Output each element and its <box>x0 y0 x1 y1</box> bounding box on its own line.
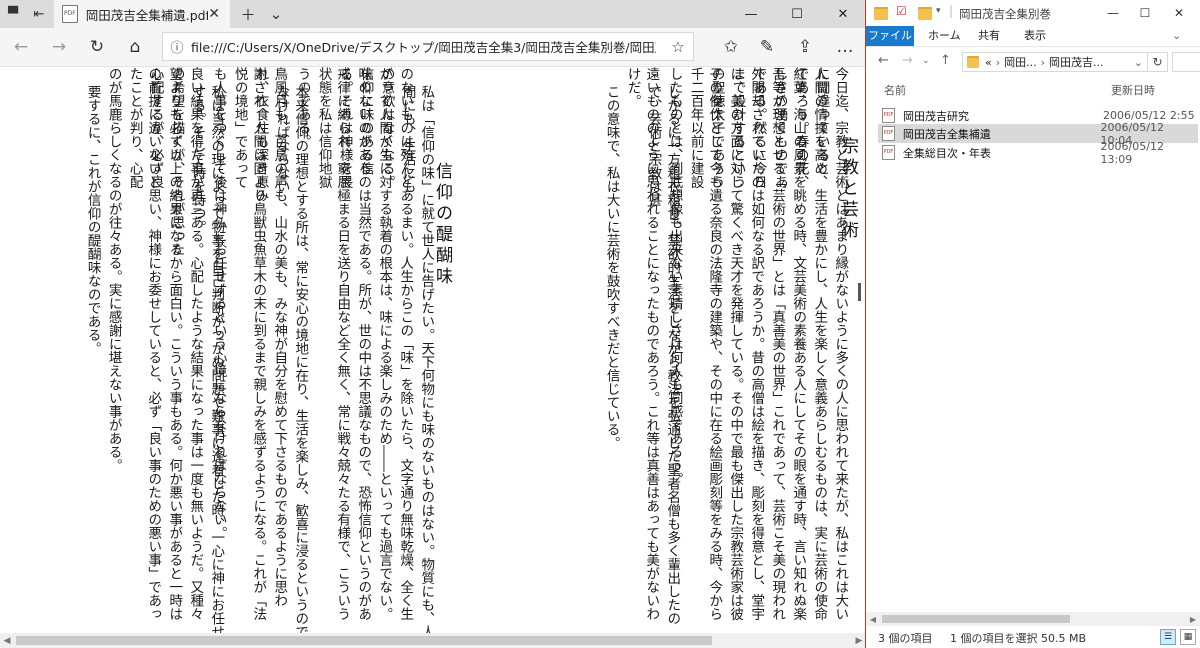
tab-file[interactable]: ファイル <box>866 26 914 46</box>
tab-title: 岡田茂吉全集補遺.pdf <box>85 7 209 23</box>
forward-icon[interactable]: → <box>902 53 913 68</box>
item-count: 3 個の項目 <box>878 632 933 645</box>
close-window-icon[interactable]: ✕ <box>820 0 865 28</box>
forward-icon[interactable]: → <box>40 28 78 66</box>
scroll-right-icon[interactable]: ▶ <box>1186 612 1200 626</box>
browser-window: ▀ ⇤ PDF 岡田茂吉全集補遺.pdf ✕ ＋ ⌄ — ☐ ✕ ← → ↻ ⌂… <box>0 0 866 648</box>
tab-actions-icon[interactable]: ▀ <box>0 0 26 28</box>
text-column: の前提に違いないと思い、神様にお委せしていると、必ず「良い事のための悪い事」であ… <box>126 67 162 621</box>
expand-ribbon-icon[interactable]: ⌄ <box>1172 26 1181 46</box>
minimize-icon[interactable]: — <box>1096 0 1130 26</box>
maximize-icon[interactable]: ☐ <box>1128 0 1162 26</box>
explorer-nav-bar: ← → ⌄ ↑ « › 岡田... › 岡田茂吉... ⌄ ↻ <box>866 47 1200 77</box>
close-window-icon[interactable]: ✕ <box>1162 0 1196 26</box>
tab-share[interactable]: 共有 <box>978 26 1000 46</box>
properties-icon[interactable]: ☑ <box>896 4 907 18</box>
text-column: 要するに、これが信仰の醍醐味なのである。 <box>84 85 101 355</box>
explorer-title-bar: ☑ ▾ | 岡田茂吉全集別巻 — ☐ ✕ <box>866 0 1200 26</box>
favorites-icon[interactable]: ✩ <box>712 28 750 66</box>
file-name: 全集総目次・年表 <box>902 146 991 160</box>
text-column: のが馬鹿らしくなるのが往々ある。実に感謝に堪えない事がある。 <box>105 67 122 472</box>
details-view-icon[interactable]: ☰ <box>1160 629 1176 645</box>
tab-pdf[interactable]: PDF 岡田茂吉全集補遺.pdf ✕ <box>54 0 230 28</box>
recent-locations-icon[interactable]: ⌄ <box>922 56 930 66</box>
file-name: 岡田茂吉研究 <box>903 109 969 123</box>
text-column: 戒律に縛られ、窮屈極まる日を送り自由など全く無く、常に戦々兢々たる有様で、こうい… <box>315 67 351 621</box>
url-text[interactable]: file:///C:/Users/X/OneDrive/デスクトップ/岡田茂吉全… <box>191 37 656 56</box>
scrollbar-thumb[interactable] <box>882 615 1070 623</box>
folder-icon <box>967 56 979 68</box>
horizontal-scrollbar[interactable]: ◀ ▶ <box>0 633 865 648</box>
title-separator: | <box>949 4 954 18</box>
pen-icon[interactable]: ✎ <box>748 28 786 66</box>
pdf-file-icon: PDF <box>882 145 895 160</box>
refresh-icon[interactable]: ↻ <box>1148 52 1168 72</box>
pdf-viewer[interactable]: 宗教と芸術 今日迄、宗教と芸術とはあまり縁がないように多くの人に思われて来たが、… <box>0 67 865 633</box>
text-column: この意味で、私は大いに芸術を鼓吹すべきだと信じている。 <box>603 85 620 450</box>
set-aside-tabs-icon[interactable]: ⇤ <box>26 0 52 28</box>
text-column: 子の傑作として今も遺る奈良の法隆寺の建築や、その中に在る絵画彫刻等をみる時、今か… <box>687 67 723 621</box>
navigation-bar: ← → ↻ ⌂ ⓘ file:///C:/Users/X/OneDrive/デス… <box>0 28 865 67</box>
chevron-down-icon[interactable]: ▾ <box>936 6 941 16</box>
pdf-file-icon: PDF <box>62 5 78 23</box>
status-bar: 3 個の項目 1 個の項目を選択 50.5 MB ☰ ▦ <box>866 626 1200 648</box>
scrollbar-thumb[interactable] <box>16 636 712 645</box>
search-input[interactable] <box>1172 52 1200 72</box>
up-icon[interactable]: ↑ <box>940 53 951 68</box>
text-column: 謝され、人間は固より鳥獣虫魚草木の末に到るまで親しみを感ずるようになる。これが「… <box>231 67 267 621</box>
selection-info: 1 個の項目を選択 50.5 MB <box>950 632 1087 645</box>
close-icon[interactable]: ✕ <box>208 6 220 22</box>
maximize-icon[interactable]: ☐ <box>774 0 820 28</box>
explorer-horizontal-scrollbar[interactable]: ◀ ▶ <box>866 612 1200 626</box>
explorer-window-title: 岡田茂吉全集別巻 <box>959 7 1051 21</box>
back-icon[interactable]: ← <box>878 53 889 68</box>
tab-home[interactable]: ホーム <box>928 26 961 46</box>
file-name: 岡田茂吉全集補遺 <box>902 127 991 141</box>
large-icons-view-icon[interactable]: ▦ <box>1180 629 1196 645</box>
chevron-down-icon[interactable]: ⌄ <box>262 0 290 28</box>
minimize-icon[interactable]: — <box>728 0 774 28</box>
scroll-right-icon[interactable]: ▶ <box>852 633 865 648</box>
more-icon[interactable]: … <box>826 28 864 66</box>
scroll-left-icon[interactable]: ◀ <box>0 633 14 648</box>
pdf-file-icon: PDF <box>882 126 895 141</box>
scroll-left-icon[interactable]: ◀ <box>866 612 880 626</box>
pdf-file-icon: PDF <box>882 108 895 123</box>
new-folder-icon[interactable] <box>918 7 932 20</box>
breadcrumb[interactable]: « › 岡田... › 岡田茂吉... ⌄ <box>962 52 1148 72</box>
refresh-icon[interactable]: ↻ <box>78 28 116 66</box>
info-icon[interactable]: ⓘ <box>163 37 191 56</box>
column-header-name[interactable]: 名前 <box>884 82 906 98</box>
breadcrumb-overflow[interactable]: « <box>985 56 992 69</box>
text-column: 遠いもののように思われることになったものであろう。これ等は真善はあっても美がない… <box>624 67 660 621</box>
share-icon[interactable]: ⇪ <box>786 28 824 66</box>
tab-view[interactable]: 表示 <box>1024 26 1046 46</box>
ribbon-tabs: ファイル ホーム 共有 表示 ⌄ <box>866 26 1200 47</box>
back-icon[interactable]: ← <box>2 28 40 66</box>
file-date: 2006/05/12 13:09 <box>1100 139 1164 166</box>
breadcrumb-item[interactable]: 岡田茂吉... <box>1049 54 1104 70</box>
folder-icon <box>874 7 888 20</box>
breadcrumb-item[interactable]: 岡田... <box>1004 54 1037 70</box>
pane-splitter[interactable] <box>858 283 861 301</box>
column-header-date[interactable]: 更新日時 <box>1111 82 1155 98</box>
explorer-window: ☑ ▾ | 岡田茂吉全集別巻 — ☐ ✕ ファイル ホーム 共有 表示 ⌄ ← … <box>866 0 1200 648</box>
address-bar[interactable]: ⓘ file:///C:/Users/X/OneDrive/デスクトップ/岡田茂… <box>162 32 694 61</box>
favorite-star-icon[interactable]: ☆ <box>663 38 693 56</box>
new-tab-icon[interactable]: ＋ <box>234 0 262 28</box>
file-row[interactable]: PDF 全集総目次・年表 2006/05/12 13:09 <box>878 140 1198 166</box>
home-icon[interactable]: ⌂ <box>116 28 154 66</box>
tab-bar: ▀ ⇤ PDF 岡田茂吉全集補遺.pdf ✕ ＋ ⌄ — ☐ ✕ <box>0 0 865 28</box>
